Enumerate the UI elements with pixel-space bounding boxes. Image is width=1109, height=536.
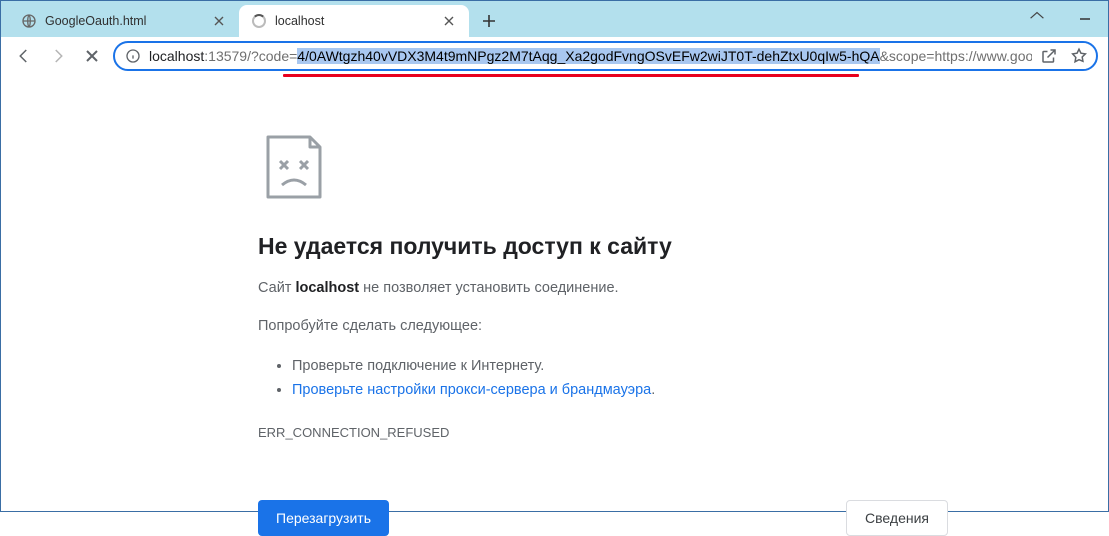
suggestion-suffix: . [651, 382, 655, 398]
forward-button[interactable] [45, 43, 71, 69]
tab-strip: GoogleOauth.html localhost [1, 1, 1108, 37]
error-site-host: localhost [295, 280, 359, 296]
tab-localhost[interactable]: localhost [239, 5, 469, 37]
window-minimize-button[interactable] [1064, 1, 1106, 29]
annotation-underline [283, 74, 859, 77]
bookmark-star-icon[interactable] [1070, 47, 1088, 65]
tab-googleoauth[interactable]: GoogleOauth.html [9, 5, 239, 37]
back-button[interactable] [11, 43, 37, 69]
window-restore-button[interactable] [1016, 1, 1058, 29]
url-text: localhost:13579/?code=4/0AWtgzh40vVDX3M4… [149, 48, 1044, 64]
new-tab-button[interactable] [475, 7, 503, 35]
window-controls [1016, 1, 1106, 29]
buttons-row: Перезагрузить Сведения [258, 500, 948, 536]
close-icon[interactable] [211, 13, 227, 29]
toolbar: localhost:13579/?code=4/0AWtgzh40vVDX3M4… [1, 37, 1108, 75]
tab-title: GoogleOauth.html [45, 14, 211, 28]
error-site-line: Сайт localhost не позволяет установить с… [258, 278, 948, 300]
proxy-firewall-link[interactable]: Проверьте настройки прокси-сервера и бра… [292, 382, 651, 398]
url-pre: :13579/?code= [204, 48, 297, 64]
error-try-label: Попробуйте сделать следующее: [258, 316, 948, 338]
globe-icon [21, 13, 37, 29]
loading-icon [251, 13, 267, 29]
error-title: Не удается получить доступ к сайту [258, 233, 948, 260]
details-button[interactable]: Сведения [846, 500, 948, 536]
sad-page-icon [258, 131, 330, 203]
share-icon[interactable] [1040, 47, 1058, 65]
address-bar[interactable]: localhost:13579/?code=4/0AWtgzh40vVDX3M4… [113, 41, 1098, 71]
stop-button[interactable] [79, 43, 105, 69]
error-site-suffix: не позволяет установить соединение. [359, 280, 618, 296]
tab-title: localhost [275, 14, 441, 28]
list-item: Проверьте настройки прокси-сервера и бра… [292, 378, 948, 403]
list-item: Проверьте подключение к Интернету. [292, 354, 948, 379]
url-post: &scope=https://www.googl [880, 48, 1045, 64]
error-site-prefix: Сайт [258, 280, 295, 296]
error-page: Не удается получить доступ к сайту Сайт … [258, 131, 948, 536]
url-host: localhost [149, 48, 204, 64]
suggestion-text: Проверьте подключение к Интернету. [292, 358, 544, 374]
error-code: ERR_CONNECTION_REFUSED [258, 425, 948, 440]
reload-button[interactable]: Перезагрузить [258, 500, 389, 536]
url-selected: 4/0AWtgzh40vVDX3M4t9mNPgz2M7tAqg_Xa2godF… [297, 48, 879, 64]
site-info-icon[interactable] [125, 48, 141, 64]
suggestions-list: Проверьте подключение к Интернету. Прове… [258, 354, 948, 403]
close-icon[interactable] [441, 13, 457, 29]
